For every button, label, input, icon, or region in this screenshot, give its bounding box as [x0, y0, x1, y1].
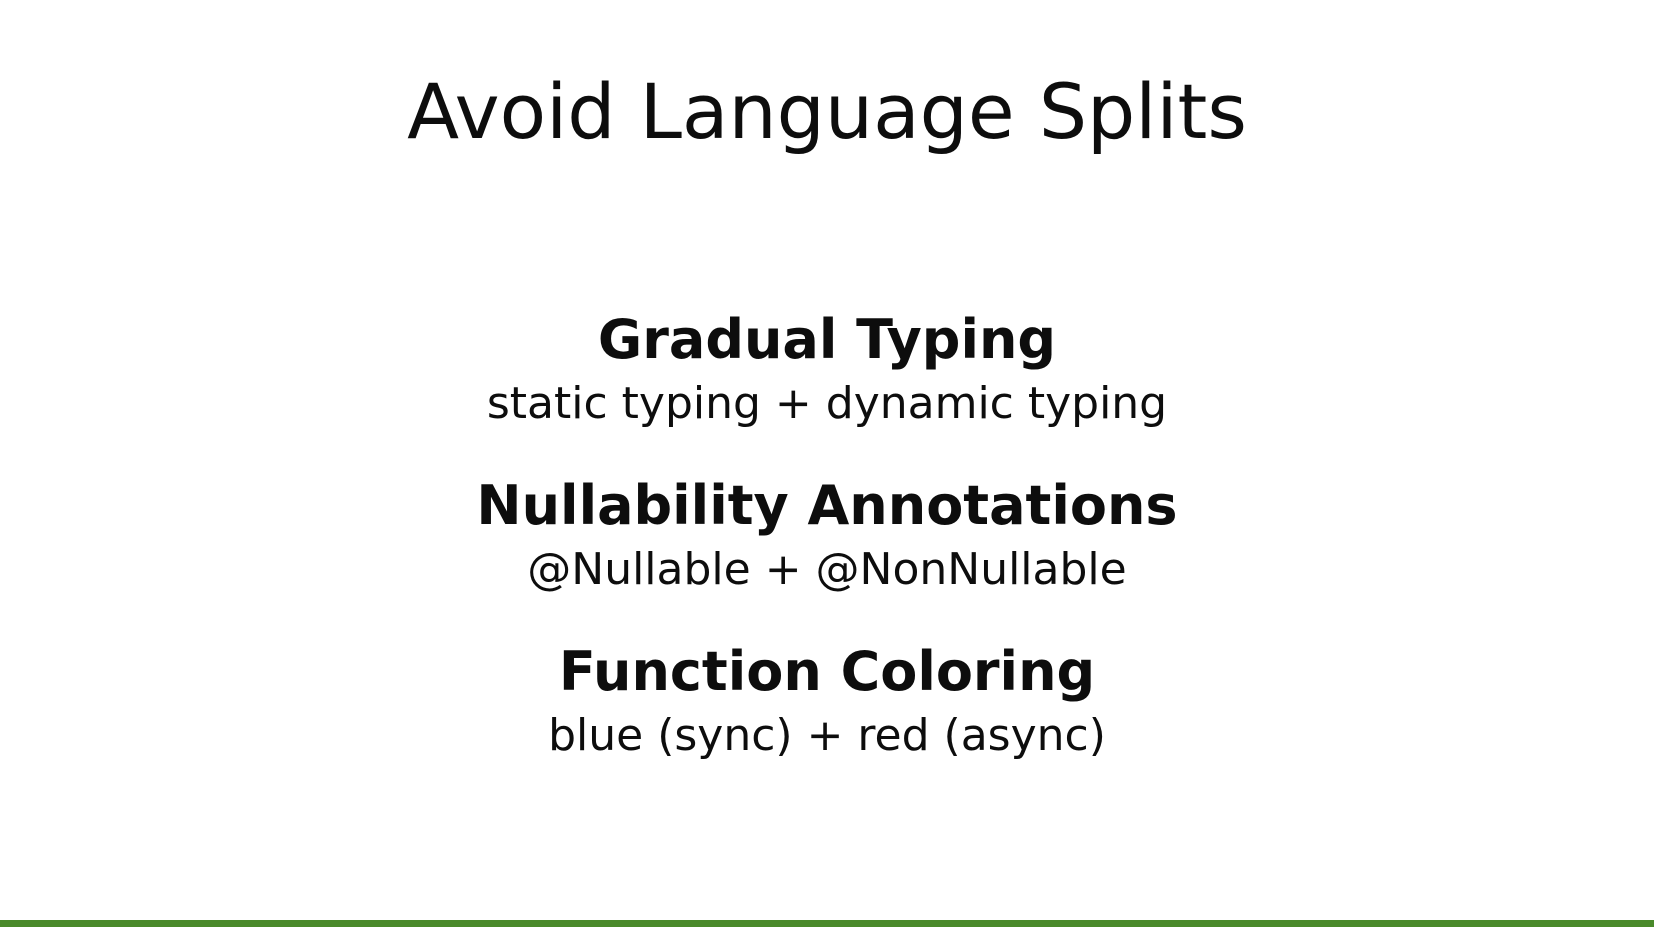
topic-subtitle: @Nullable + @NonNullable [527, 544, 1127, 595]
topic-heading: Gradual Typing [597, 308, 1057, 371]
topic-function-coloring: Function Coloring blue (sync) + red (asy… [0, 637, 1654, 765]
topic-gradual-typing: Gradual Typing static typing + dynamic t… [0, 305, 1654, 433]
topic-list: Gradual Typing static typing + dynamic t… [0, 305, 1654, 803]
slide: Avoid Language Splits Gradual Typing sta… [0, 0, 1654, 930]
slide-title: Avoid Language Splits [407, 67, 1247, 156]
topic-subtitle: static typing + dynamic typing [486, 378, 1168, 429]
topic-subtitle: blue (sync) + red (async) [548, 710, 1106, 761]
topic-heading: Nullability Annotations [476, 474, 1178, 537]
footer-accent-bar [0, 920, 1654, 927]
topic-heading: Function Coloring [558, 640, 1096, 703]
topic-nullability-annotations: Nullability Annotations @Nullable + @Non… [0, 471, 1654, 599]
